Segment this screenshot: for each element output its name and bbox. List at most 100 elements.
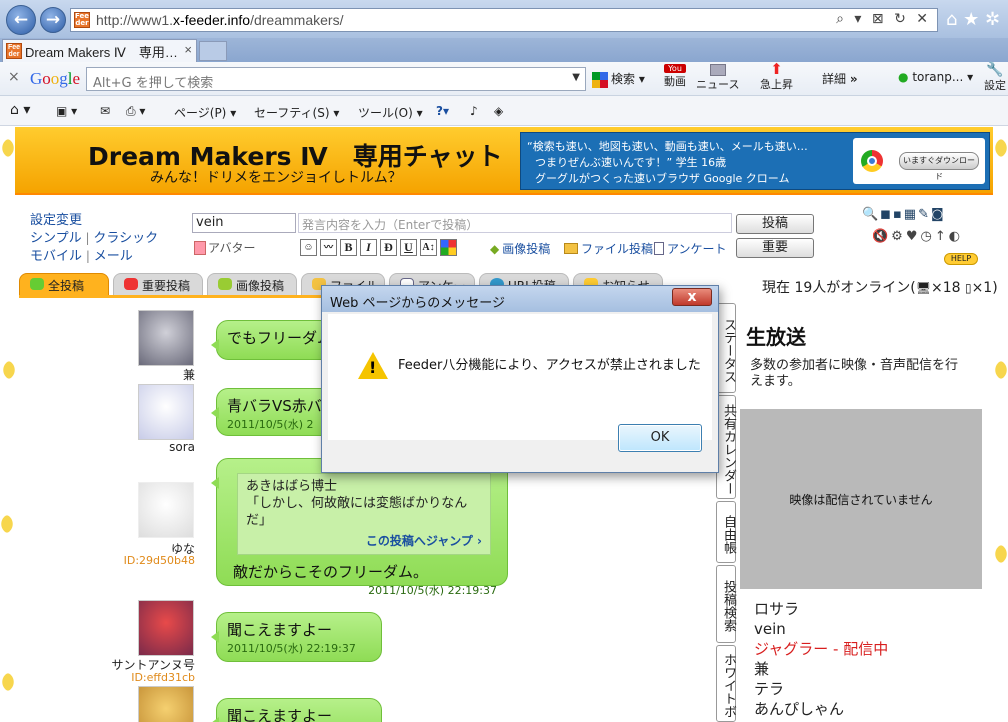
- avatar[interactable]: [138, 600, 194, 656]
- quoted-post: あきはばら博士 「しかし、何故敵には変態ばかりなんだ」 この投稿へジャンプ ›: [237, 473, 491, 555]
- addon-icon[interactable]: ◈: [494, 104, 503, 118]
- url-text: http://www1.x-feeder.info/dreammakers/: [96, 12, 344, 28]
- share-icons[interactable]: 🔍◼▪▦✎◙: [862, 207, 946, 222]
- side-tab-notebook[interactable]: 自由帳: [716, 501, 736, 563]
- list-item[interactable]: 兼: [754, 659, 888, 679]
- chevron-down-icon[interactable]: ▼: [572, 72, 580, 83]
- rss-icon[interactable]: ▣ ▾: [56, 104, 77, 118]
- chat-red-icon: [124, 278, 138, 290]
- mail-link[interactable]: メール: [94, 249, 133, 264]
- message-dialog: Web ページからのメッセージ x ! Feeder八分機能により、アクセスが禁…: [321, 285, 719, 473]
- message-bubble: あきはばら博士 「しかし、何故敵には変態ばかりなんだ」 この投稿へジャンプ › …: [211, 458, 508, 597]
- help-badge[interactable]: HELP: [944, 253, 978, 265]
- leaf-decoration-icon: [991, 138, 1008, 158]
- user-account-button[interactable]: ● toranp... ▾: [898, 70, 973, 84]
- post-button[interactable]: 投稿: [736, 214, 814, 234]
- strike-button[interactable]: Đ: [380, 239, 397, 256]
- search-button[interactable]: 検索 ▾: [592, 70, 645, 88]
- video-player[interactable]: 映像は配信されていません: [740, 409, 982, 589]
- side-tab-status[interactable]: ステータス: [716, 303, 736, 393]
- wrench-icon: 🔧: [986, 62, 1004, 78]
- page-menu[interactable]: ページ(P) ▾: [174, 104, 236, 121]
- line-icon[interactable]: 〰: [320, 239, 337, 256]
- print-icon[interactable]: ⎙ ▾: [126, 104, 145, 119]
- ok-button[interactable]: OK: [618, 424, 702, 452]
- google-logo: Google: [30, 69, 81, 88]
- video-button[interactable]: You 動画: [664, 64, 686, 89]
- home-icon[interactable]: ⌂ ▾: [10, 102, 30, 118]
- side-tab-whiteboard[interactable]: ホワイトボ: [716, 645, 736, 722]
- leaf-decoration-icon: [0, 360, 19, 380]
- research-icon[interactable]: ♪: [470, 104, 478, 118]
- google-search-input[interactable]: Alt+G を押して検索 ▼: [86, 67, 586, 91]
- download-now-button[interactable]: いますぐダウンロード: [899, 152, 979, 181]
- tab-strip: Fee der Dream Makers Ⅳ 専用… ×: [0, 38, 1008, 62]
- name-input[interactable]: vein: [192, 213, 296, 233]
- file-post-button[interactable]: ファイル投稿: [564, 240, 653, 257]
- side-tab-calendar[interactable]: 共有カレンダー: [716, 395, 736, 499]
- pc-icon: 🖥: [915, 281, 931, 295]
- list-item[interactable]: テラ: [754, 679, 888, 699]
- list-item[interactable]: ロサラ: [754, 599, 888, 619]
- avatar[interactable]: [138, 686, 194, 722]
- important-button[interactable]: 重要: [736, 238, 814, 258]
- leaf-decoration-icon: [0, 672, 18, 692]
- mail-icon[interactable]: ✉: [100, 104, 110, 118]
- image-post-button[interactable]: ◆ 画像投稿: [490, 240, 550, 257]
- news-button[interactable]: ニュース: [696, 64, 739, 92]
- chrome-ad-banner[interactable]: “検索も速い、地図も速い、動画も速い、メールも速い… つまりぜんぶ速いんです！”…: [520, 132, 990, 190]
- help-icon[interactable]: ?▾: [436, 104, 449, 118]
- tab-all-posts[interactable]: 全投稿: [19, 273, 109, 295]
- toolbar-close-icon[interactable]: ×: [8, 69, 20, 85]
- dialog-title: Web ページからのメッセージ x: [322, 286, 718, 312]
- message-bubble: 聞こえますよー 2011/10/5(水) 22:19:37: [211, 612, 382, 662]
- avatar[interactable]: [138, 482, 194, 538]
- username: sora: [169, 440, 195, 454]
- bold-button[interactable]: B: [340, 239, 357, 256]
- browser-tab[interactable]: Fee der Dream Makers Ⅳ 専用… ×: [2, 39, 197, 62]
- settings-link[interactable]: 設定変更: [30, 209, 82, 228]
- details-button[interactable]: 詳細 »: [822, 70, 858, 87]
- avatar[interactable]: [138, 384, 194, 440]
- tab-important[interactable]: 重要投稿: [113, 273, 203, 295]
- underline-button[interactable]: U: [400, 239, 417, 256]
- tab-title: Dream Makers Ⅳ 専用…: [25, 44, 178, 60]
- avatar-selector[interactable]: アバター: [194, 239, 256, 256]
- italic-button[interactable]: I: [360, 239, 377, 256]
- safety-menu[interactable]: セーフティ(S) ▾: [254, 104, 339, 121]
- home-star-gear-icons[interactable]: ⌂ ★ ✲: [946, 9, 1000, 30]
- survey-button[interactable]: アンケート: [654, 240, 727, 257]
- color-picker-icon[interactable]: [440, 239, 457, 256]
- new-tab-button[interactable]: [199, 41, 227, 61]
- mobile-icon: ▯: [964, 281, 972, 295]
- news-icon: [709, 64, 726, 76]
- list-item[interactable]: vein: [754, 619, 888, 639]
- image-icon: [218, 278, 232, 290]
- live-description: 多数の参加者に映像・音声配信を行えます。: [750, 358, 959, 389]
- list-item[interactable]: あんぴしゃん: [754, 699, 888, 719]
- tool-icons[interactable]: 🔇⚙♥◷↑◐: [872, 229, 963, 244]
- settings-button[interactable]: 🔧 設定: [984, 63, 1006, 93]
- font-size-button[interactable]: A↕: [420, 239, 437, 256]
- avatar[interactable]: [138, 310, 194, 366]
- tools-menu[interactable]: ツール(O) ▾: [358, 104, 423, 121]
- tab-close-icon[interactable]: ×: [184, 42, 192, 57]
- message-input[interactable]: 発言内容を入力（Enterで投稿）: [298, 213, 732, 233]
- side-tab-search[interactable]: 投稿検索: [716, 565, 736, 643]
- trend-button[interactable]: ⬆ 急上昇: [760, 62, 793, 92]
- jump-to-post-link[interactable]: この投稿へジャンプ ›: [246, 533, 482, 550]
- emoji-icon[interactable]: ☺: [300, 239, 317, 256]
- address-actions-icons[interactable]: ⌕ ▾ ⊠ ↻ ✕: [836, 11, 931, 27]
- forward-button[interactable]: →: [40, 7, 66, 33]
- mobile-link[interactable]: モバイル: [30, 249, 82, 264]
- list-item[interactable]: ジャグラー - 配信中: [754, 639, 888, 659]
- address-field[interactable]: Fee der http://www1.x-feeder.info/dreamm…: [70, 8, 938, 32]
- user-id: ID:29d50b48: [123, 554, 195, 567]
- dialog-close-button[interactable]: x: [672, 288, 712, 306]
- feeder-favicon-icon: Fee der: [74, 12, 90, 28]
- simple-link[interactable]: シンプル: [30, 231, 82, 246]
- online-count: 現在 19人がオンライン(🖥×18 ▯×1): [762, 280, 998, 296]
- back-button[interactable]: ←: [6, 5, 36, 35]
- tab-images[interactable]: 画像投稿: [207, 273, 297, 295]
- classic-link[interactable]: クラシック: [93, 231, 158, 246]
